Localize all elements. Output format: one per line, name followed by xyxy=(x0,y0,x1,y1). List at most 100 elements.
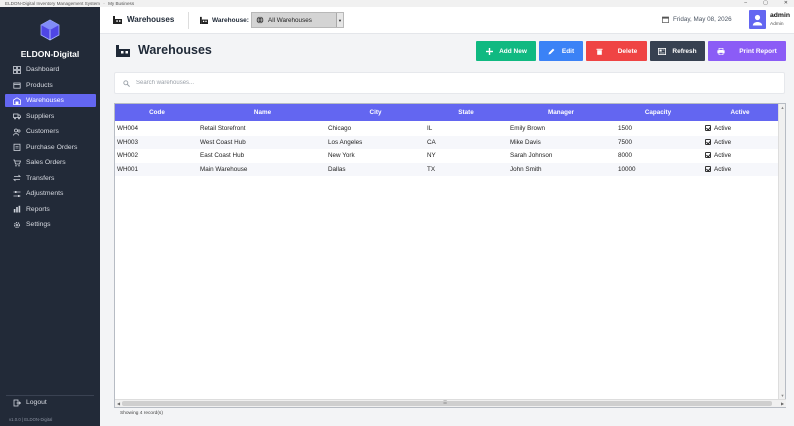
cell-state: NY xyxy=(427,152,436,159)
sidebar: ELDON-Digital Dashboard Products Warehou… xyxy=(0,7,100,426)
table-row[interactable]: WH003 West Coast Hub Los Angeles CA Mike… xyxy=(115,135,779,149)
cell-code: WH002 xyxy=(117,152,138,159)
page-title-text: Warehouses xyxy=(138,43,212,57)
sidebar-item-label: Suppliers xyxy=(26,112,55,120)
users-icon xyxy=(12,127,21,136)
column-header-active[interactable]: Active xyxy=(701,104,779,121)
user-role: Admin xyxy=(770,22,784,27)
version-text: v1.0.0 | ELDON-Digital xyxy=(9,417,53,422)
calendar-icon xyxy=(662,16,669,23)
pencil-icon xyxy=(548,47,556,55)
cell-active: Active xyxy=(705,163,731,177)
sidebar-item-products[interactable]: Products xyxy=(5,79,96,92)
sidebar-item-label: Reports xyxy=(26,205,50,213)
cell-manager: John Smith xyxy=(510,165,542,173)
edit-label: Edit xyxy=(561,47,575,55)
column-header-code[interactable]: Code xyxy=(115,104,199,121)
gear-icon xyxy=(12,220,21,229)
warehouse-filter-label: Warehouse: xyxy=(200,16,249,24)
sidebar-item-reports[interactable]: Reports xyxy=(5,203,96,216)
warehouse-select-value: All Warehouses xyxy=(268,16,312,24)
grip-icon: ☰ xyxy=(443,400,448,405)
checkbox-icon[interactable] xyxy=(705,125,711,131)
app-name: ELDON-Digital Inventory Management Syste… xyxy=(5,1,100,6)
scroll-up-icon[interactable]: ▲ xyxy=(779,104,786,111)
warehouses-table: Code Name City State Manager Capacity Ac… xyxy=(114,103,786,408)
column-header-manager[interactable]: Manager xyxy=(507,104,615,121)
plus-icon xyxy=(485,47,493,55)
sidebar-item-settings[interactable]: Settings xyxy=(5,218,96,231)
table-row[interactable]: WH004 Retail Storefront Chicago IL Emily… xyxy=(115,122,779,136)
refresh-label: Refresh xyxy=(672,47,697,55)
sidebar-item-label: Customers xyxy=(26,128,59,135)
window-controls: – ▢ ✕ xyxy=(744,0,788,7)
cell-state: CA xyxy=(427,138,436,146)
sidebar-item-label: Sales Orders xyxy=(26,159,66,166)
sidebar-item-label: Transfers xyxy=(26,174,55,182)
chart-icon xyxy=(12,205,21,214)
horizontal-scrollbar[interactable]: ◀ ☰ ▶ xyxy=(115,399,786,407)
cell-state: TX xyxy=(427,165,436,173)
sidebar-item-sales-orders[interactable]: Sales Orders xyxy=(5,156,96,169)
print-report-button[interactable]: Print Report xyxy=(708,41,786,61)
cell-city: Chicago xyxy=(328,125,352,132)
checkbox-icon[interactable] xyxy=(705,165,711,172)
maximize-button[interactable]: ▢ xyxy=(763,0,768,7)
cell-capacity: 8000 xyxy=(618,152,633,159)
delete-label: Delete xyxy=(617,47,638,55)
business-name: My Business xyxy=(108,1,135,6)
avatar[interactable] xyxy=(749,10,766,29)
cell-active: Active xyxy=(705,149,731,163)
sidebar-item-warehouses[interactable]: Warehouses xyxy=(5,94,96,107)
logout-button[interactable]: Logout xyxy=(12,398,47,407)
add-new-button[interactable]: Add New xyxy=(476,41,536,61)
vertical-scrollbar[interactable]: ▲ ▼ xyxy=(778,104,785,399)
checkbox-icon[interactable] xyxy=(705,138,711,145)
column-header-capacity[interactable]: Capacity xyxy=(615,104,701,121)
table-row[interactable]: WH001 Main Warehouse Dallas TX John Smit… xyxy=(115,162,779,177)
refresh-button[interactable]: Refresh xyxy=(650,41,705,61)
brand-name: ELDON-Digital xyxy=(20,49,80,59)
minimize-button[interactable]: – xyxy=(744,0,747,7)
column-header-state[interactable]: State xyxy=(425,104,507,121)
cell-name: East Coast Hub xyxy=(200,152,245,159)
transfer-icon xyxy=(12,174,21,183)
date-display: Friday, May 08, 2026 xyxy=(662,16,732,23)
chevron-down-icon[interactable]: ▼ xyxy=(336,13,343,27)
sidebar-divider xyxy=(6,395,94,396)
column-header-city[interactable]: City xyxy=(326,104,425,121)
search-bar xyxy=(114,72,785,94)
table-row[interactable]: WH002 East Coast Hub New York NY Sarah J… xyxy=(115,149,779,163)
sidebar-item-customers[interactable]: Customers xyxy=(5,125,96,138)
cell-manager: Mike Davis xyxy=(510,138,541,146)
edit-button[interactable]: Edit xyxy=(539,41,583,61)
scroll-left-icon[interactable]: ◀ xyxy=(115,400,122,407)
trash-icon xyxy=(596,47,604,55)
cell-capacity: 7500 xyxy=(618,138,633,146)
sidebar-item-label: Settings xyxy=(26,221,51,228)
scroll-right-icon[interactable]: ▶ xyxy=(779,400,786,407)
checkbox-icon[interactable] xyxy=(705,152,711,158)
delete-button[interactable]: Delete xyxy=(586,41,647,61)
cell-active: Active xyxy=(705,122,731,136)
user-name: admin xyxy=(770,12,791,19)
cell-name: Retail Storefront xyxy=(200,125,246,132)
globe-icon xyxy=(256,16,264,24)
warehouse-select[interactable]: All Warehouses ▼ xyxy=(251,12,344,28)
sidebar-item-dashboard[interactable]: Dashboard xyxy=(5,63,96,76)
cell-manager: Emily Brown xyxy=(510,125,545,132)
sidebar-item-adjustments[interactable]: Adjustments xyxy=(5,187,96,200)
column-header-name[interactable]: Name xyxy=(199,104,326,121)
printer-icon xyxy=(717,47,725,55)
sidebar-item-label: Purchase Orders xyxy=(26,143,78,151)
close-button[interactable]: ✕ xyxy=(784,0,788,7)
sidebar-nav: Dashboard Products Warehouses Suppliers … xyxy=(5,63,96,234)
cell-capacity: 1500 xyxy=(618,125,633,132)
warehouse-icon xyxy=(200,16,208,24)
warehouse-label-text: Warehouse: xyxy=(212,16,249,24)
search-input[interactable] xyxy=(136,80,736,86)
sidebar-item-transfers[interactable]: Transfers xyxy=(5,172,96,185)
sidebar-item-suppliers[interactable]: Suppliers xyxy=(5,110,96,123)
sidebar-item-purchase-orders[interactable]: Purchase Orders xyxy=(5,141,96,154)
scroll-down-icon[interactable]: ▼ xyxy=(779,392,786,399)
